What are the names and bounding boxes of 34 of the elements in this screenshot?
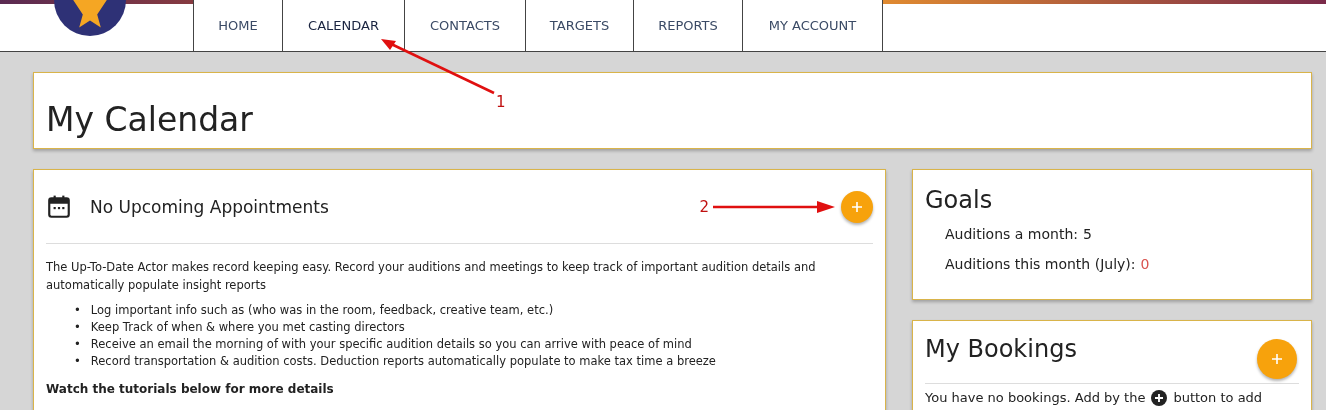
goal-value: 5 — [1083, 226, 1092, 242]
add-button[interactable] — [841, 190, 873, 223]
bookings-text: button to add — [1173, 390, 1263, 406]
card-title: No Upcoming Appointments — [90, 196, 330, 217]
nav-tab[interactable]: CONTACTS — [404, 0, 525, 51]
plus-icon — [851, 200, 863, 213]
bullet-item: Record transportation & audition costs. Deduction reports automatically populate to make tax time a breeze — [90, 353, 716, 370]
tutorials-heading: Watch the tutorials below for more details — [46, 382, 335, 396]
bullet-item: Log important info such as (who was in the room, feedback, creative team, etc.) — [90, 302, 554, 319]
nav-tab[interactable]: CALENDAR — [282, 0, 404, 51]
intro-text: The Up-To-Date Actor makes record keeping easy. Record your auditions and meetings to keep track of important audition details and automatically populate insight reports — [46, 259, 817, 294]
nav-tab[interactable]: REPORTS — [633, 0, 742, 51]
nav-tab[interactable]: HOME — [193, 0, 282, 51]
annotation-number: 2 — [699, 197, 709, 216]
nav-tab[interactable]: TARGETS — [525, 0, 633, 51]
bullet-marker: • — [74, 336, 81, 353]
goal-label: Auditions this month (July): — [945, 256, 1136, 272]
add-button[interactable] — [1257, 339, 1297, 379]
plus-icon — [1271, 353, 1283, 365]
card-title: Goals — [925, 186, 994, 214]
plus-circle-icon — [1151, 390, 1168, 406]
bullet-item: Receive an email the morning of with your specific audition details so you can arrive with peace of mind — [90, 336, 692, 353]
bullet-marker: • — [74, 302, 81, 319]
goal-value: 0 — [1140, 256, 1150, 272]
annotation-number: 1 — [496, 93, 506, 111]
page-title: My Calendar — [46, 103, 253, 136]
goal-label: Auditions a month: — [945, 226, 1078, 242]
bullet-marker: • — [74, 319, 81, 336]
card-title: My Bookings — [925, 335, 1077, 363]
bookings-text: You have no bookings. Add by the — [925, 390, 1146, 406]
calendar-icon — [46, 193, 72, 220]
bullet-marker: • — [74, 353, 81, 370]
nav-tab[interactable]: MY ACCOUNT — [742, 0, 883, 51]
bullet-item: Keep Track of when & where you met casting directors — [90, 319, 405, 336]
